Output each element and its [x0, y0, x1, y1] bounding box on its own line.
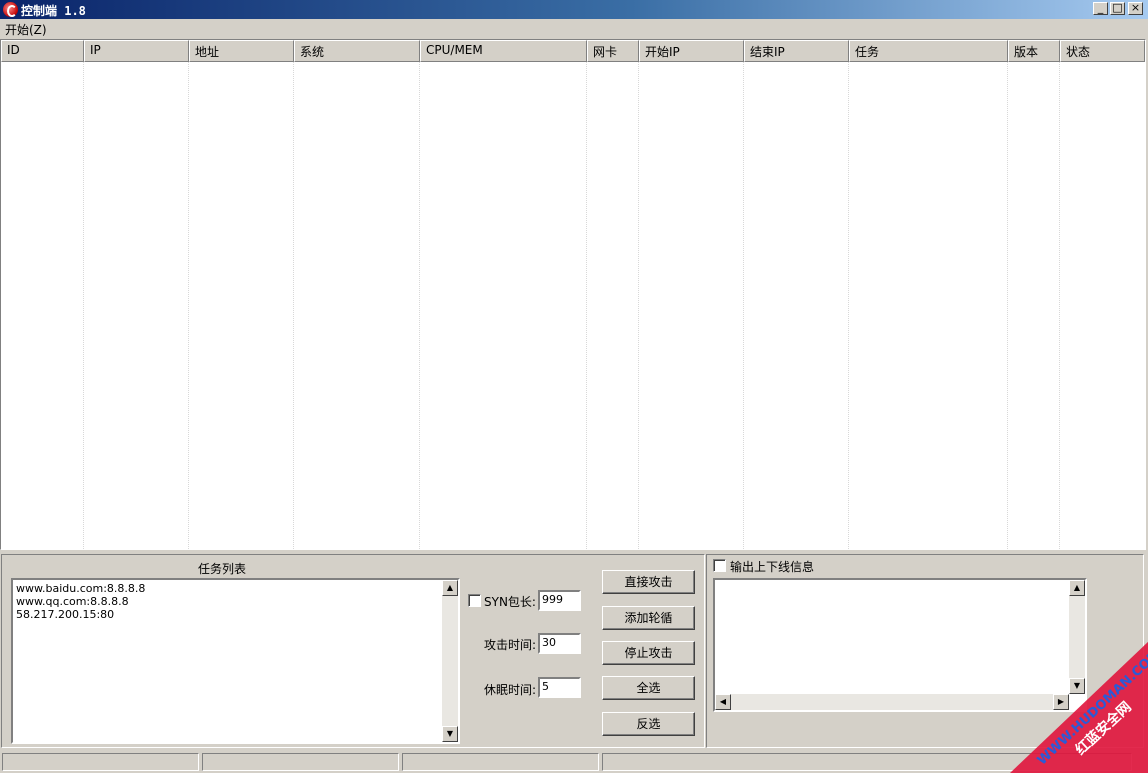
task-list-title: 任务列表 [198, 562, 247, 576]
status-pane [2, 753, 199, 771]
scroll-down-icon[interactable]: ▼ [442, 726, 458, 742]
syn-length-input[interactable]: 999 [538, 590, 581, 611]
task-list-content: www.baidu.com:8.8.8.8 www.qq.com:8.8.8.8… [13, 580, 458, 623]
column-header-status[interactable]: 状态 [1060, 40, 1145, 62]
syn-label: SYN包长: [484, 595, 536, 609]
control-panel: 任务列表 www.baidu.com:8.8.8.8 www.qq.com:8.… [1, 554, 705, 748]
column-gridline [419, 62, 420, 549]
column-header-cpu-mem[interactable]: CPU/MEM [420, 40, 587, 62]
column-header-start-ip[interactable]: 开始IP [639, 40, 744, 62]
column-gridline [1059, 62, 1060, 549]
scroll-up-icon[interactable]: ▲ [442, 580, 458, 596]
column-header-task[interactable]: 任务 [849, 40, 1008, 62]
task-item[interactable]: 58.217.200.15:80 [16, 608, 455, 621]
column-header-ip[interactable]: IP [84, 40, 189, 62]
window-title: 控制端 1.8 [21, 4, 86, 18]
column-gridline [848, 62, 849, 549]
column-gridline [188, 62, 189, 549]
status-pane [202, 753, 399, 771]
output-online-offline-label: 输出上下线信息 [730, 560, 815, 574]
status-bar [0, 752, 1148, 773]
column-header-address[interactable]: 地址 [189, 40, 294, 62]
scroll-up-icon[interactable]: ▲ [1069, 580, 1085, 596]
status-pane [402, 753, 599, 771]
direct-attack-button[interactable]: 直接攻击 [602, 570, 695, 594]
column-header-nic[interactable]: 网卡 [587, 40, 639, 62]
column-header-end-ip[interactable]: 结束IP [744, 40, 849, 62]
column-gridline [1007, 62, 1008, 549]
invert-selection-button[interactable]: 反选 [602, 712, 695, 736]
stop-attack-button[interactable]: 停止攻击 [602, 641, 695, 665]
menu-start[interactable]: 开始(Z) [5, 21, 47, 38]
column-header-id[interactable]: ID [1, 40, 84, 62]
syn-checkbox[interactable] [468, 594, 481, 607]
title-bar[interactable]: 控制端 1.8 _ □ × [0, 0, 1148, 19]
maximize-button[interactable]: □ [1110, 2, 1125, 15]
close-button[interactable]: × [1128, 2, 1143, 15]
column-header-version[interactable]: 版本 [1008, 40, 1060, 62]
column-gridline [83, 62, 84, 549]
column-header-system[interactable]: 系统 [294, 40, 420, 62]
app-icon[interactable] [3, 2, 18, 17]
task-item[interactable]: www.qq.com:8.8.8.8 [16, 595, 455, 608]
attack-time-label: 攻击时间: [484, 638, 537, 652]
column-gridline [743, 62, 744, 549]
task-list[interactable]: www.baidu.com:8.8.8.8 www.qq.com:8.8.8.8… [11, 578, 460, 744]
sleep-time-label: 休眠时间: [484, 683, 537, 697]
attack-time-input[interactable]: 30 [538, 633, 581, 654]
column-gridline [638, 62, 639, 549]
output-online-offline-checkbox[interactable] [713, 559, 726, 572]
menu-bar: 开始(Z) [0, 19, 1148, 39]
host-list[interactable]: ID IP 地址 系统 CPU/MEM 网卡 开始IP 结束IP 任务 版本 状… [0, 39, 1146, 550]
column-gridline [293, 62, 294, 549]
task-item[interactable]: www.baidu.com:8.8.8.8 [16, 582, 455, 595]
task-list-scrollbar[interactable]: ▲ ▼ [442, 580, 458, 742]
add-rotation-button[interactable]: 添加轮循 [602, 606, 695, 630]
column-gridline [586, 62, 587, 549]
minimize-button[interactable]: _ [1093, 2, 1108, 15]
select-all-button[interactable]: 全选 [602, 676, 695, 700]
scroll-left-icon[interactable]: ◀ [715, 694, 731, 710]
sleep-time-input[interactable]: 5 [538, 677, 581, 698]
